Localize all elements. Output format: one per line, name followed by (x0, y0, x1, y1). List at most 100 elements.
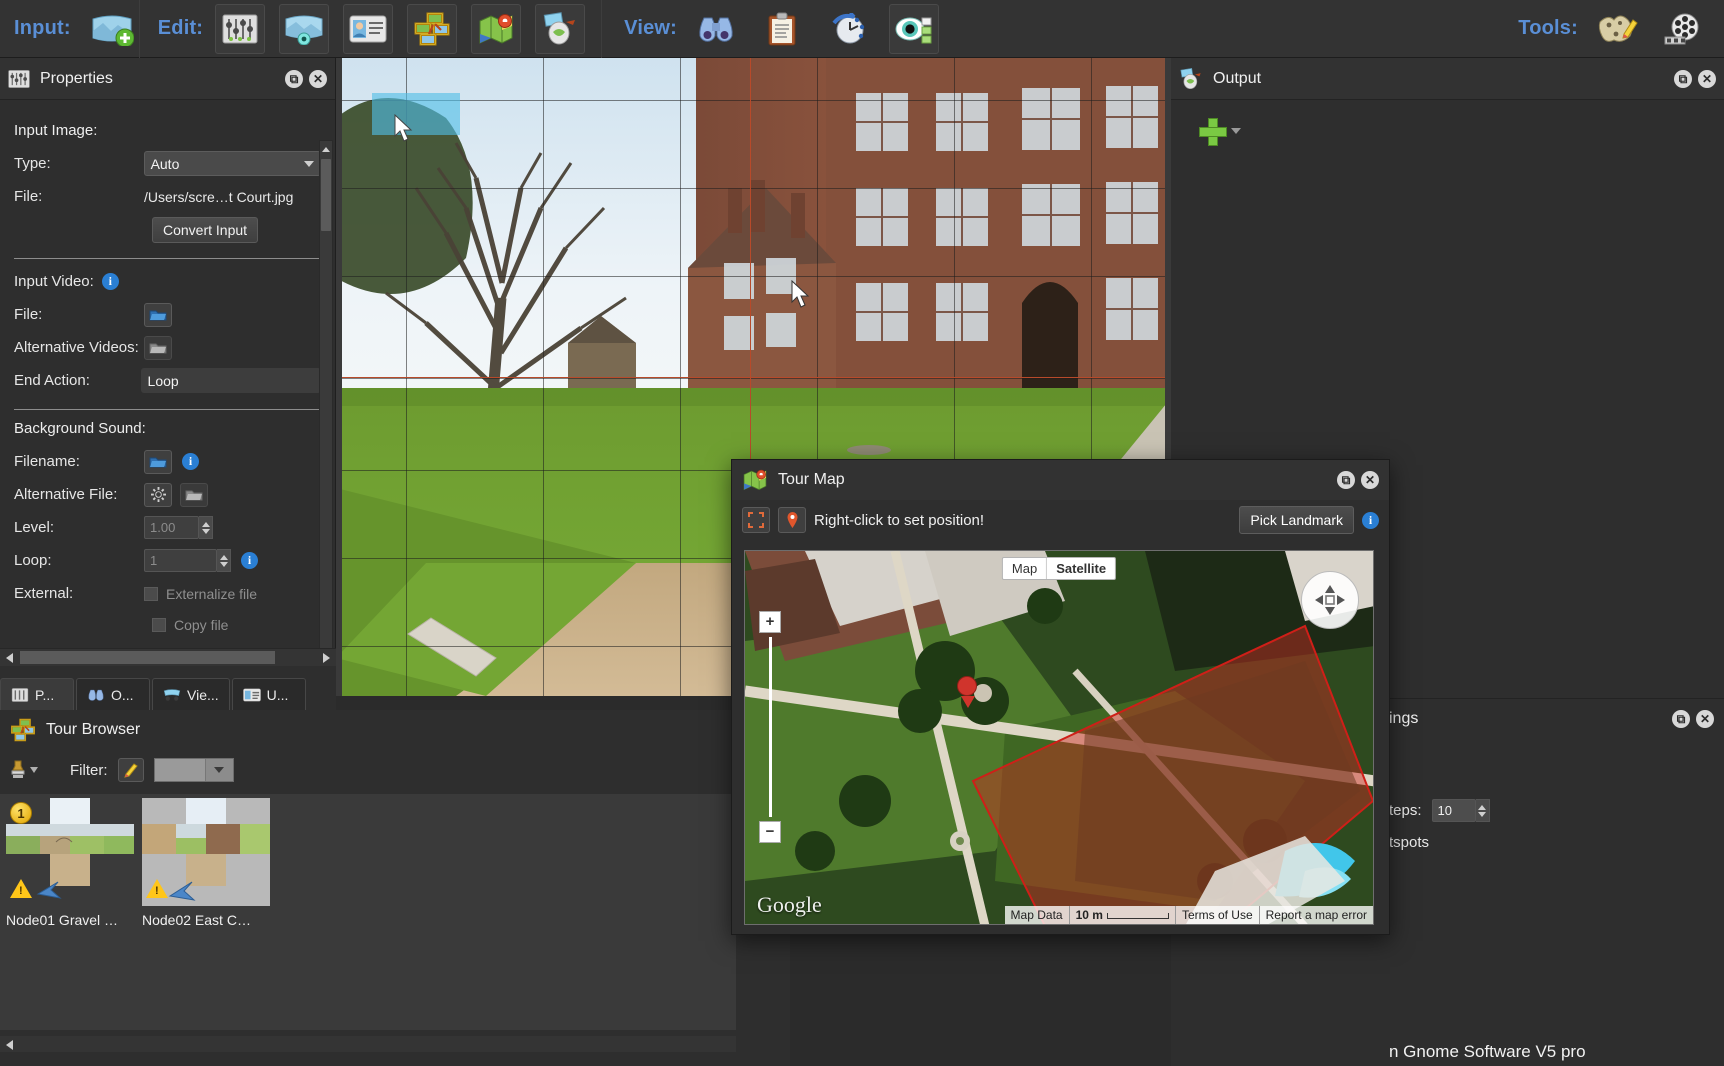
clipboard-icon[interactable] (757, 4, 807, 54)
video-file-browse-button[interactable] (144, 302, 172, 327)
map-pin-icon[interactable] (778, 507, 806, 533)
output-tree-icon[interactable] (535, 3, 586, 54)
toolbar-group-tools: Tools: (1518, 0, 1724, 58)
properties-vertical-scrollbar[interactable] (319, 140, 333, 695)
pick-landmark-button[interactable]: Pick Landmark (1239, 506, 1354, 534)
steps-stepper-arrows[interactable] (1475, 799, 1490, 822)
pan-control[interactable] (1301, 571, 1359, 629)
externalize-file-checkbox[interactable] (144, 586, 158, 601)
report-map-error-link[interactable]: Report a map error (1258, 906, 1373, 924)
user-data-card-icon[interactable] (343, 3, 394, 54)
alt-videos-browse-button[interactable] (144, 335, 172, 360)
crosshair-horizontal (336, 377, 1171, 378)
google-watermark: Google (757, 892, 822, 917)
film-reel-icon[interactable] (1658, 4, 1708, 54)
video-file-row: File: (14, 298, 321, 331)
zoom-slider-track[interactable] (768, 637, 772, 817)
input-type-row: Type: Auto (14, 147, 321, 180)
scroll-left-arrow-icon[interactable] (2, 651, 18, 664)
tab-overview[interactable]: O... (76, 678, 150, 710)
settings-close-button[interactable]: ✕ (1696, 710, 1714, 728)
tour-map-dialog[interactable]: Tour Map ⧉ ✕ Right-click to set position… (731, 459, 1390, 935)
level-row: Level: 1.00 (14, 511, 321, 544)
properties-panel: Properties ⧉ ✕ Input Image: Type: Auto F… (0, 58, 336, 710)
tab-viewer[interactable]: Vie... (152, 678, 230, 710)
add-output-icon[interactable] (1199, 118, 1227, 146)
scrollbar-thumb-horizontal[interactable] (20, 651, 275, 664)
input-video-info-icon[interactable]: i (101, 273, 119, 290)
chevron-down-icon[interactable] (1231, 128, 1241, 134)
tour-map-restore-button[interactable]: ⧉ (1337, 471, 1355, 489)
sound-filename-browse-button[interactable] (144, 449, 172, 474)
terms-of-use-link[interactable]: Terms of Use (1174, 906, 1259, 924)
tour-node-strip[interactable]: 1 Node01 Gravel … (0, 794, 736, 1030)
zoom-out-button[interactable]: − (759, 821, 781, 843)
panorama-viewer-icon[interactable] (279, 3, 330, 54)
end-action-select[interactable]: Loop (140, 368, 321, 393)
loop-info-icon[interactable]: i (241, 552, 258, 569)
tab-properties[interactable]: P... (0, 678, 74, 710)
alt-file-settings-button[interactable] (144, 482, 172, 507)
history-clock-icon[interactable] (823, 4, 873, 54)
binoculars-icon[interactable] (691, 4, 741, 54)
sound-filename-info-icon[interactable]: i (182, 453, 199, 470)
map-type-map[interactable]: Map (1003, 558, 1046, 579)
alt-videos-row: Alternative Videos: (14, 331, 321, 364)
properties-close-button[interactable]: ✕ (309, 69, 327, 88)
end-action-label: End Action: (14, 372, 90, 389)
output-close-button[interactable]: ✕ (1698, 69, 1716, 88)
filter-edit-button[interactable] (117, 758, 144, 782)
zoom-in-button[interactable]: + (759, 611, 781, 633)
tour-browser-icon[interactable] (407, 3, 458, 54)
output-tree-icon (1180, 67, 1201, 89)
settings-restore-button[interactable]: ⧉ (1672, 710, 1690, 728)
scroll-right-arrow-icon[interactable] (318, 651, 334, 664)
add-input-panorama-icon[interactable] (87, 4, 137, 54)
level-input[interactable]: 1.00 (144, 516, 199, 539)
loop-input[interactable]: 1 (144, 549, 217, 572)
properties-sliders-icon (8, 69, 30, 88)
loop-stepper-arrows[interactable] (217, 549, 231, 572)
add-input-panorama-glyph (92, 15, 134, 46)
position-marker[interactable] (957, 676, 979, 708)
filter-select[interactable] (153, 758, 234, 782)
properties-horizontal-scrollbar[interactable] (0, 648, 336, 666)
tour-map-close-button[interactable]: ✕ (1361, 471, 1379, 489)
map-type-satellite[interactable]: Satellite (1046, 558, 1115, 579)
scroll-up-arrow-icon[interactable] (321, 143, 331, 155)
level-stepper[interactable]: 1.00 (144, 516, 213, 539)
alt-file-browse-button[interactable] (180, 482, 208, 507)
loop-stepper[interactable]: 1 (144, 549, 231, 572)
map-edit-icon[interactable] (1592, 4, 1642, 54)
map-type-switcher[interactable]: Map Satellite (1001, 557, 1117, 580)
tour-map-info-icon[interactable]: i (1362, 511, 1379, 529)
copy-file-checkbox[interactable] (152, 618, 166, 632)
properties-restore-button[interactable]: ⧉ (285, 69, 303, 88)
preview-eye-icon[interactable] (889, 3, 940, 54)
level-stepper-arrows[interactable] (199, 516, 213, 539)
tour-map-icon[interactable] (471, 3, 522, 54)
filter-label: Filter: (70, 761, 108, 779)
expand-icon[interactable] (742, 507, 770, 533)
zoom-control[interactable]: + − (759, 611, 781, 843)
tour-map-toolbar: Right-click to set position! Pick Landma… (732, 500, 1389, 540)
steps-input[interactable]: 10 (1431, 799, 1476, 822)
map-canvas[interactable]: Map Satellite + − Google Map Data 10 m T… (744, 550, 1374, 925)
properties-sliders-icon[interactable] (215, 3, 266, 54)
viewport-left-splitter[interactable] (336, 58, 342, 696)
list-item[interactable]: Node02 East C… (142, 798, 270, 928)
panorama-hotspot[interactable] (372, 93, 460, 135)
list-item[interactable]: 1 Node01 Gravel … (6, 798, 134, 928)
toolbar-group-edit: Edit: (140, 0, 587, 58)
tour-browser-horizontal-scrollbar[interactable] (0, 1036, 736, 1052)
convert-input-button[interactable]: Convert Input (152, 216, 259, 243)
node-stamp-button[interactable] (10, 760, 38, 780)
tab-user-data[interactable]: U... (231, 678, 306, 710)
loop-row: Loop: 1 i (14, 544, 321, 577)
input-type-select[interactable]: Auto (143, 151, 321, 176)
scrollbar-thumb[interactable] (321, 159, 331, 231)
north-arrow-icon (168, 881, 196, 901)
output-restore-button[interactable]: ⧉ (1674, 69, 1692, 88)
scroll-left-arrow-icon[interactable] (2, 1038, 18, 1051)
toolbar-group-view: View: (602, 0, 941, 58)
